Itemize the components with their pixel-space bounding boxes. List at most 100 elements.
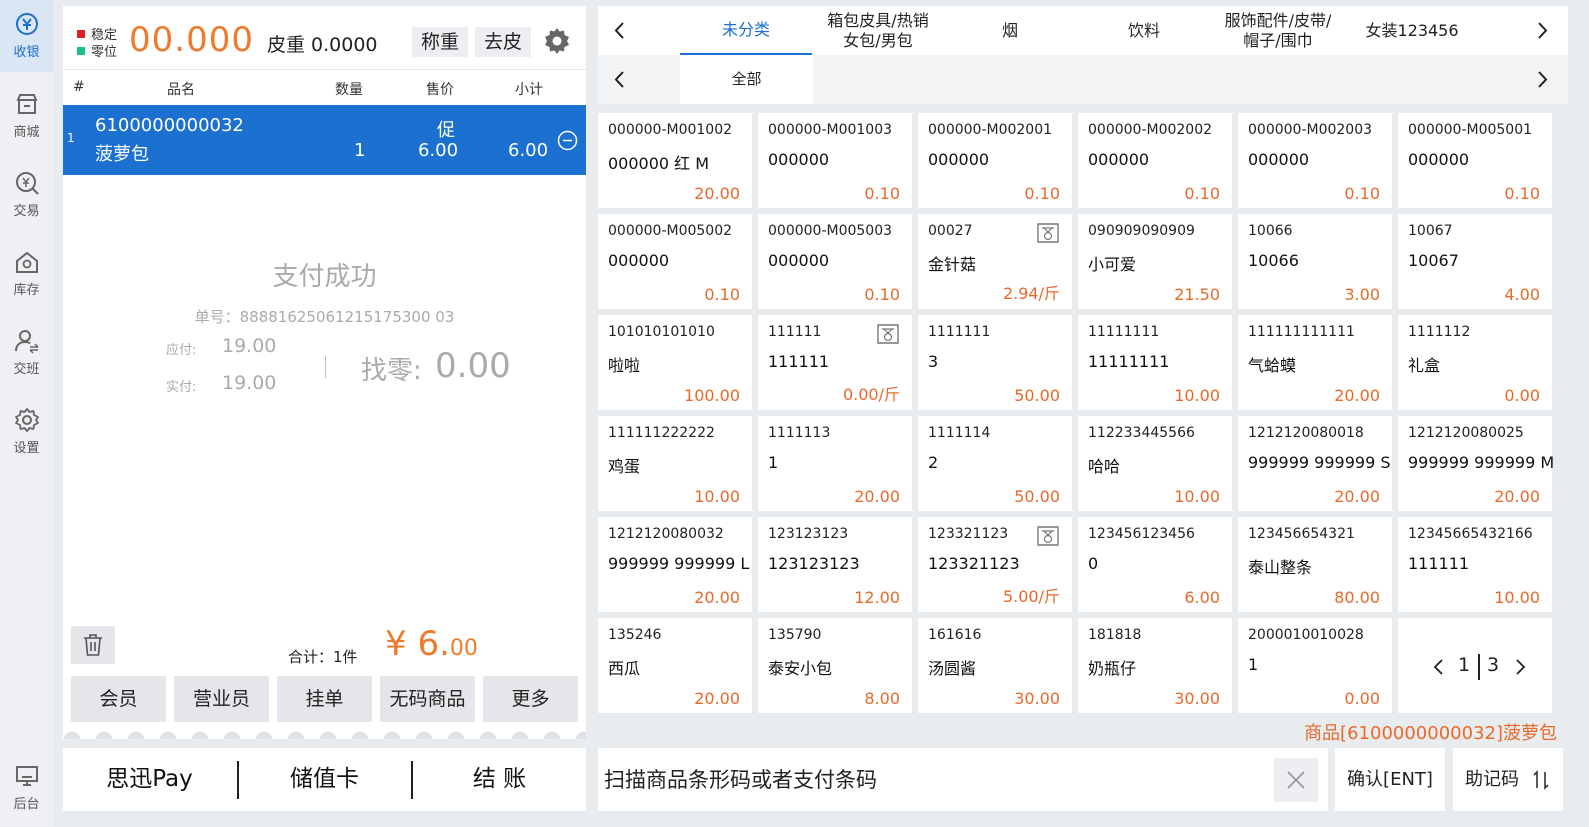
product-card[interactable]: 10066 10066 3.00 (1238, 214, 1392, 309)
gear-icon[interactable] (542, 26, 572, 56)
nav-label: 交班 (13, 362, 40, 377)
product-card[interactable]: 1111112 礼盒 0.00 (1398, 315, 1552, 410)
product-card[interactable]: 000000-M005003 000000 0.10 (758, 214, 912, 309)
nav-item-settings[interactable]: 设置 (0, 396, 53, 468)
product-price: 20.00 (1334, 386, 1380, 405)
product-card[interactable]: 111111 111111 0.00/斤 (758, 315, 912, 410)
sixun-pay-button[interactable]: 思迅Pay (63, 748, 236, 811)
product-price: 30.00 (1174, 689, 1220, 708)
member-button[interactable]: 会员 (71, 676, 166, 722)
product-card[interactable]: 000000-M005002 000000 0.10 (598, 214, 752, 309)
chevron-left-icon[interactable] (598, 55, 638, 104)
tab-tobacco[interactable]: 烟 (944, 6, 1076, 55)
checkout-button[interactable]: 结 账 (413, 748, 586, 811)
product-price: 0.10 (864, 184, 900, 203)
sort-arrows-icon (1533, 770, 1549, 790)
product-name: 小可爱 (1088, 255, 1137, 274)
tare-button[interactable]: 去皮 (475, 27, 531, 57)
product-card[interactable]: 123456654321 泰山整条 80.00 (1238, 517, 1392, 612)
more-button[interactable]: 更多 (483, 676, 578, 722)
product-card[interactable]: 00027 金针菇 2.94/斤 (918, 214, 1072, 309)
product-card[interactable]: 000000-M002003 000000 0.10 (1238, 113, 1392, 208)
product-card[interactable]: 1212120080025 999999 999999 M 20.00 (1398, 416, 1554, 511)
product-price: 0.10 (1184, 184, 1220, 203)
cart-row[interactable]: 1 6100000000032 菠萝包 1 促 6.00 6.00 (63, 105, 586, 175)
product-code: 000000-M005003 (768, 223, 893, 239)
zero-indicator: 零位 (77, 41, 117, 60)
barcode-input[interactable] (604, 762, 1264, 798)
nav-item-store[interactable]: 商城 (0, 80, 53, 152)
tab-uncategorized[interactable]: 未分类 (680, 6, 812, 55)
product-card[interactable]: 123321123 123321123 5.00/斤 (918, 517, 1072, 612)
chevron-right-icon[interactable] (1515, 658, 1527, 676)
tab-womens-wear[interactable]: 女装123456 (1346, 6, 1478, 55)
chevron-left-icon[interactable] (598, 6, 638, 55)
product-price: 21.50 (1174, 285, 1220, 304)
scale-bar: 稳定 零位 00.000 皮重 0.0000 称重 去皮 (63, 6, 586, 70)
product-card[interactable]: 090909090909 小可爱 21.50 (1078, 214, 1232, 309)
mnemonic-button[interactable]: 助记码 (1453, 748, 1563, 811)
scan-bar (598, 748, 1328, 811)
product-card[interactable]: 000000-M001002 000000 红 M 20.00 (598, 113, 752, 208)
product-card[interactable]: 12345665432166 111111 10.00 (1398, 517, 1552, 612)
product-name: 泰山整条 (1248, 558, 1313, 577)
chevron-right-icon[interactable] (1524, 55, 1564, 104)
product-card[interactable]: 000000-M002001 000000 0.10 (918, 113, 1072, 208)
product-code: 112233445566 (1088, 425, 1195, 441)
tab-bags[interactable]: 箱包皮具/热销 女包/男包 (812, 6, 944, 55)
nav-item-transaction[interactable]: 交易 (0, 159, 53, 231)
product-card[interactable]: 111111111111 气蛤蟆 20.00 (1238, 315, 1392, 410)
product-card[interactable]: 1111111 3 50.00 (918, 315, 1072, 410)
product-card[interactable]: 112233445566 哈哈 10.00 (1078, 416, 1232, 511)
confirm-button[interactable]: 确认[ENT] (1335, 748, 1445, 811)
clear-input-button[interactable] (1274, 758, 1318, 802)
product-code: 000000-M002002 (1088, 122, 1213, 138)
product-card[interactable]: 111111222222 鸡蛋 10.00 (598, 416, 752, 511)
product-card[interactable]: 135790 泰安小包 8.00 (758, 618, 912, 713)
product-card[interactable]: 1212120080032 999999 999999 L 20.00 (598, 517, 752, 612)
product-name: 礼盒 (1408, 356, 1441, 375)
remove-item-icon[interactable] (557, 130, 578, 151)
product-price: 0.00 (1344, 689, 1380, 708)
product-code: 1111111 (928, 324, 991, 340)
sales-clerk-button[interactable]: 营业员 (174, 676, 269, 722)
nav-item-inventory[interactable]: 库存 (0, 238, 53, 310)
product-card[interactable]: 10067 10067 4.00 (1398, 214, 1552, 309)
change-label: 找零: (361, 356, 422, 386)
product-card[interactable]: 11111111 11111111 10.00 (1078, 315, 1232, 410)
side-nav: 收银 商城 交易 库存 交班 设置 后台 (0, 0, 53, 827)
product-code: 123123123 (768, 526, 849, 542)
product-card[interactable]: 135246 西瓜 20.00 (598, 618, 752, 713)
tab-accessories[interactable]: 服饰配件/皮带/ 帽子/围巾 (1212, 6, 1344, 55)
product-card[interactable]: 181818 奶瓶仔 30.00 (1078, 618, 1232, 713)
product-card[interactable]: 1111113 1 20.00 (758, 416, 912, 511)
product-code: 111111 (768, 324, 822, 340)
weigh-button[interactable]: 称重 (412, 27, 468, 57)
clear-cart-button[interactable] (71, 626, 115, 664)
product-price: 10.00 (1174, 487, 1220, 506)
stored-value-card-button[interactable]: 储值卡 (239, 748, 410, 811)
product-card[interactable]: 1212120080018 999999 999999 S 20.00 (1238, 416, 1392, 511)
nav-item-shift[interactable]: 交班 (0, 317, 53, 389)
product-name: 000000 (608, 251, 670, 270)
hold-order-button[interactable]: 挂单 (277, 676, 372, 722)
product-card[interactable]: 101010101010 啦啦 100.00 (598, 315, 752, 410)
nav-item-backend[interactable]: 后台 (0, 752, 53, 824)
product-card[interactable]: 2000010010028 1 0.00 (1238, 618, 1392, 713)
tab-drinks[interactable]: 饮料 (1078, 6, 1210, 55)
tab-all[interactable]: 全部 (680, 55, 813, 104)
chevron-right-icon[interactable] (1524, 6, 1564, 55)
product-card[interactable]: 161616 汤圆酱 30.00 (918, 618, 1072, 713)
product-card[interactable]: 123456123456 0 6.00 (1078, 517, 1232, 612)
product-card[interactable]: 123123123 123123123 12.00 (758, 517, 912, 612)
nav-item-cashier[interactable]: 收银 (0, 0, 53, 72)
product-card[interactable]: 1111114 2 50.00 (918, 416, 1072, 511)
product-card[interactable]: 000000-M002002 000000 0.10 (1078, 113, 1232, 208)
product-code: 1212120080032 (608, 526, 724, 542)
product-card[interactable]: 000000-M005001 000000 0.10 (1398, 113, 1552, 208)
product-price: 20.00 (694, 689, 740, 708)
chevron-left-icon[interactable] (1432, 658, 1444, 676)
no-code-item-button[interactable]: 无码商品 (380, 676, 475, 722)
product-card[interactable]: 000000-M001003 000000 0.10 (758, 113, 912, 208)
nav-label: 后台 (13, 797, 40, 812)
